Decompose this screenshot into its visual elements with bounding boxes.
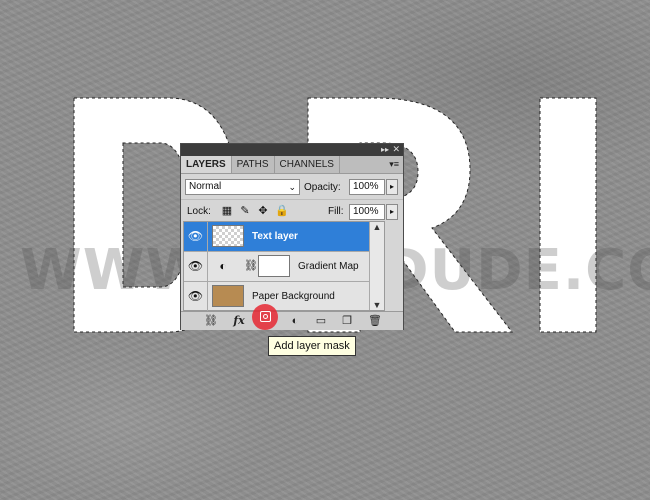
- layer-row-gradient-map[interactable]: 👁 ◐ ⛓ Gradient Map: [184, 252, 384, 282]
- adjustment-layer-icon[interactable]: ◐: [287, 314, 303, 328]
- tab-paths[interactable]: PATHS: [232, 156, 275, 173]
- layer-name: Gradient Map: [298, 261, 359, 272]
- layer-row-text[interactable]: 👁 Text layer: [184, 222, 384, 252]
- layer-name: Text layer: [252, 231, 298, 242]
- lock-all-icon[interactable]: 🔒: [275, 205, 289, 217]
- lock-fill-row: Lock: ▦ ✎ ✥ 🔒 Fill: 100% ▸: [181, 199, 403, 222]
- eye-icon[interactable]: 👁: [184, 252, 208, 281]
- link-icon[interactable]: ⛓: [203, 314, 219, 328]
- layers-bottom-toolbar: ⛓ fx ◐ ▭ ❐ 🗑: [181, 311, 403, 330]
- layer-row-paper-background[interactable]: 👁 Paper Background: [184, 282, 384, 312]
- lock-brush-icon[interactable]: ✎: [239, 205, 251, 217]
- adjustment-icon: ◐: [219, 259, 227, 273]
- scroll-up-icon[interactable]: ▲: [370, 222, 384, 232]
- panel-tabs: LAYERS PATHS CHANNELS ▾≡: [181, 156, 403, 174]
- close-icon[interactable]: ✕: [392, 144, 400, 155]
- fx-icon[interactable]: fx: [231, 314, 247, 328]
- fill-field[interactable]: 100%: [349, 204, 385, 220]
- blend-mode-value: Normal: [189, 181, 222, 192]
- blend-opacity-row: Normal ⌄ Opacity: 100% ▸: [181, 174, 403, 199]
- opacity-arrow-icon[interactable]: ▸: [386, 179, 398, 195]
- add-layer-mask-icon[interactable]: [260, 311, 271, 322]
- layer-mask-thumbnail: [258, 255, 290, 277]
- opacity-label: Opacity:: [304, 182, 341, 193]
- fill-label: Fill:: [328, 206, 344, 217]
- chain-link-icon[interactable]: ⛓: [244, 259, 258, 273]
- tooltip: Add layer mask: [268, 336, 356, 356]
- tab-channels[interactable]: CHANNELS: [275, 156, 340, 173]
- layer-thumbnail: [212, 285, 244, 307]
- chevron-down-icon: ⌄: [288, 182, 296, 192]
- lock-transparency-icon[interactable]: ▦: [221, 205, 233, 217]
- panel-menu-icon[interactable]: ▾≡: [389, 159, 399, 170]
- opacity-field[interactable]: 100%: [349, 179, 385, 195]
- lock-move-icon[interactable]: ✥: [257, 205, 269, 217]
- layer-name: Paper Background: [252, 291, 335, 302]
- scroll-down-icon[interactable]: ▼: [370, 300, 384, 310]
- eye-icon[interactable]: 👁: [184, 222, 208, 251]
- folder-icon[interactable]: ▭: [313, 314, 329, 328]
- tab-layers[interactable]: LAYERS: [181, 156, 232, 173]
- layers-list: 👁 Text layer 👁 ◐ ⛓ Gradient Map 👁 Paper …: [183, 221, 385, 312]
- eye-icon[interactable]: 👁: [184, 282, 208, 311]
- fill-arrow-icon[interactable]: ▸: [386, 204, 398, 220]
- layer-thumbnail: [212, 225, 244, 247]
- new-layer-icon[interactable]: ❐: [339, 314, 355, 328]
- collapse-icon[interactable]: ▸▸: [381, 145, 389, 154]
- panel-titlebar[interactable]: ▸▸ ✕: [181, 144, 403, 156]
- layers-scrollbar[interactable]: ▲ ▼: [369, 222, 384, 310]
- blend-mode-select[interactable]: Normal ⌄: [185, 179, 300, 195]
- trash-icon[interactable]: 🗑: [367, 314, 383, 328]
- lock-label: Lock:: [187, 206, 211, 217]
- layers-panel: ▸▸ ✕ LAYERS PATHS CHANNELS ▾≡ Normal ⌄ O…: [180, 143, 404, 330]
